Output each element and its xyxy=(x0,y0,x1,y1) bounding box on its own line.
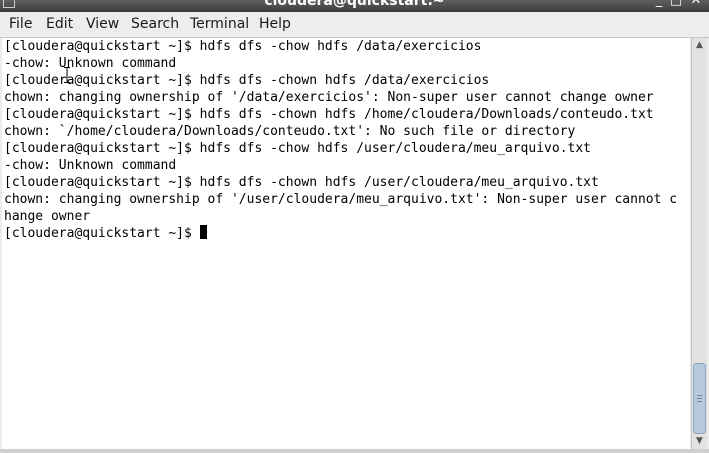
text-cursor xyxy=(199,225,207,239)
minimize-button[interactable]: _ xyxy=(651,0,667,9)
terminal-line: [cloudera@quickstart ~]$ hdfs dfs -chow … xyxy=(4,141,591,156)
menu-bar: File Edit View Search Terminal Help xyxy=(0,12,709,38)
menu-file[interactable]: File xyxy=(9,16,32,32)
terminal-line: [cloudera@quickstart ~]$ hdfs dfs -chown… xyxy=(4,175,599,190)
terminal-line: [cloudera@quickstart ~]$ hdfs dfs -chown… xyxy=(4,107,654,122)
terminal-line: hange owner xyxy=(4,209,91,224)
arrow-down-icon[interactable]: ▼ xyxy=(692,434,707,448)
window-bottom-border xyxy=(0,449,709,453)
terminal-line: -chow: Unknown command xyxy=(4,158,177,173)
scrollbar-thumb[interactable] xyxy=(693,363,706,434)
terminal-prompt-line[interactable]: [cloudera@quickstart ~]$ xyxy=(4,225,207,242)
mouse-ibeam-icon xyxy=(64,67,70,83)
menu-terminal[interactable]: Terminal xyxy=(190,16,249,32)
menu-search[interactable]: Search xyxy=(131,16,179,32)
grip-line xyxy=(697,401,702,402)
terminal-line: -chow: Unknown command xyxy=(4,56,177,71)
grip-line xyxy=(697,395,702,396)
grip-line xyxy=(697,398,702,399)
terminal-line: [cloudera@quickstart ~]$ hdfs dfs -chow … xyxy=(4,39,482,54)
arrow-up-icon[interactable]: ▲ xyxy=(692,38,707,52)
menu-help[interactable]: Help xyxy=(259,16,291,32)
menu-view[interactable]: View xyxy=(86,16,119,32)
terminal-prompt: [cloudera@quickstart ~]$ xyxy=(4,226,200,241)
maximize-button[interactable]: □ xyxy=(668,0,684,9)
terminal-line: [cloudera@quickstart ~]$ hdfs dfs -chown… xyxy=(4,73,490,88)
terminal-line: chown: `/home/cloudera/Downloads/conteud… xyxy=(4,124,576,139)
window-title: cloudera@quickstart:~ xyxy=(264,0,445,9)
terminal-line: chown: changing ownership of '/user/clou… xyxy=(4,192,678,207)
title-bar[interactable]: cloudera@quickstart:~ _ □ ✕ xyxy=(0,0,709,12)
terminal-line: chown: changing ownership of '/data/exer… xyxy=(4,90,654,105)
vertical-scrollbar[interactable]: ▲ ▼ xyxy=(691,38,707,449)
terminal-output[interactable]: [cloudera@quickstart ~]$ hdfs dfs -chow … xyxy=(2,38,690,449)
menu-edit[interactable]: Edit xyxy=(46,16,73,32)
close-button[interactable]: ✕ xyxy=(688,0,704,9)
terminal-window: cloudera@quickstart:~ _ □ ✕ File Edit Vi… xyxy=(0,0,709,453)
